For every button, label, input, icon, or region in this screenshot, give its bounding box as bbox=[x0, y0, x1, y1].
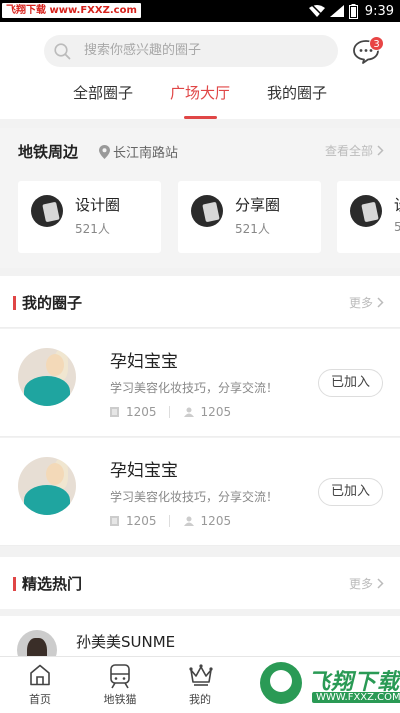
search-input[interactable]: 搜索你感兴趣的圈子 bbox=[44, 35, 338, 67]
list-item[interactable]: 孕妇宝宝 学习美容化妆技巧，分享交流！ 1205 1205 已加入 bbox=[0, 329, 400, 437]
section-accent-bar bbox=[13, 577, 16, 591]
chevron-right-icon bbox=[377, 297, 384, 308]
nav-subway-cat[interactable]: 地铁猫 bbox=[85, 657, 155, 713]
circle-card-name: 设 bbox=[394, 194, 400, 215]
metro-station-name: 长江南路站 bbox=[113, 146, 179, 161]
featured-user-name: 孙美美SUNME bbox=[76, 633, 176, 651]
posts-count: 1205 bbox=[126, 405, 157, 419]
circle-card[interactable]: 设计圈 521人 bbox=[18, 181, 161, 253]
circle-description: 学习美容化妆技巧，分享交流！ bbox=[110, 381, 279, 395]
status-bar: 飞翔下载 www.FXXZ.com 9:39 bbox=[0, 0, 400, 22]
my-circles-more-link[interactable]: 更多 bbox=[349, 294, 384, 311]
more-label: 更多 bbox=[348, 296, 373, 310]
featured-title: 精选热门 bbox=[22, 575, 83, 593]
battery-icon bbox=[348, 3, 358, 19]
tab-bar: 全部圈子 广场大厅 我的圈子 bbox=[0, 78, 400, 119]
featured-header: 精选热门 更多 bbox=[0, 557, 400, 609]
subway-icon bbox=[110, 664, 130, 689]
nav-home-label: 首页 bbox=[29, 693, 51, 706]
circle-avatar bbox=[31, 195, 63, 227]
app-header: 搜索你感兴趣的圈子 3 全部圈子 广场大厅 我的圈子 bbox=[0, 22, 400, 119]
watermark: 飞翔下载 www.FXXZ.com bbox=[2, 3, 141, 18]
status-icons: 9:39 bbox=[308, 3, 394, 19]
circle-card[interactable]: 分享圈 521人 bbox=[178, 181, 321, 253]
view-all-link[interactable]: 查看全部 bbox=[325, 142, 384, 159]
view-all-label: 查看全部 bbox=[324, 144, 373, 158]
circle-card-count: 5 bbox=[394, 220, 400, 234]
metro-section: 地铁周边 长江南路站 查看全部 设计圈 521人 分享圈 521人 设 5 bbox=[0, 128, 400, 268]
circle-card-name: 设计圈 bbox=[75, 196, 121, 214]
circle-stats: 1205 1205 bbox=[110, 405, 231, 419]
joined-button[interactable]: 已加入 bbox=[318, 369, 383, 397]
crown-icon bbox=[189, 664, 213, 686]
message-count-badge: 3 bbox=[369, 36, 384, 51]
featured-more-link[interactable]: 更多 bbox=[349, 575, 384, 592]
circle-avatar bbox=[191, 195, 223, 227]
nav-home[interactable]: 首页 bbox=[5, 657, 75, 713]
more-label: 更多 bbox=[348, 577, 373, 591]
circle-card[interactable]: 设 5 bbox=[337, 181, 400, 253]
tab-all-circles[interactable]: 全部圈子 bbox=[55, 78, 152, 119]
circle-avatar bbox=[350, 195, 382, 227]
featured-user-item[interactable]: 孙美美SUNME bbox=[0, 616, 400, 670]
circle-avatar bbox=[18, 348, 76, 406]
signal-icon bbox=[329, 5, 344, 17]
metro-section-title: 地铁周边 bbox=[18, 143, 79, 161]
circle-description: 学习美容化妆技巧，分享交流！ bbox=[110, 490, 279, 504]
list-item[interactable]: 孕妇宝宝 学习美容化妆技巧，分享交流！ 1205 1205 已加入 bbox=[0, 438, 400, 546]
tab-plaza-hall[interactable]: 广场大厅 bbox=[152, 78, 249, 119]
circle-avatar bbox=[18, 457, 76, 515]
posts-count: 1205 bbox=[126, 514, 157, 528]
location-pin-icon bbox=[99, 144, 110, 159]
messages-button[interactable]: 3 bbox=[352, 36, 384, 66]
circle-name: 孕妇宝宝 bbox=[110, 461, 178, 481]
metro-location[interactable]: 长江南路站 bbox=[99, 142, 178, 161]
clock: 9:39 bbox=[364, 3, 394, 19]
wifi-icon bbox=[308, 5, 325, 17]
circle-stats: 1205 1205 bbox=[110, 514, 231, 528]
posts-icon bbox=[110, 516, 119, 526]
nav-subway-cat-label: 地铁猫 bbox=[103, 693, 137, 706]
circle-card-count: 521人 bbox=[235, 222, 270, 236]
circle-card-count: 521人 bbox=[75, 222, 110, 236]
brand-logo-icon bbox=[260, 662, 302, 704]
tab-my-circles[interactable]: 我的圈子 bbox=[249, 78, 346, 119]
search-icon bbox=[54, 43, 71, 60]
brand-watermark-logo: 飞翔下载 WWW.FXXZ.COM bbox=[258, 656, 400, 713]
members-icon bbox=[183, 407, 194, 417]
circle-name: 孕妇宝宝 bbox=[110, 352, 178, 372]
nav-mine-label: 我的 bbox=[189, 693, 211, 706]
posts-icon bbox=[110, 407, 119, 417]
chevron-right-icon bbox=[377, 578, 384, 589]
brand-logo-subtext: WWW.FXXZ.COM bbox=[312, 692, 400, 703]
members-count: 1205 bbox=[200, 514, 232, 528]
search-placeholder: 搜索你感兴趣的圈子 bbox=[84, 43, 202, 58]
my-circles-title: 我的圈子 bbox=[22, 294, 83, 312]
members-count: 1205 bbox=[200, 405, 232, 419]
circle-card-name: 分享圈 bbox=[235, 196, 281, 214]
home-icon bbox=[30, 664, 50, 686]
nav-mine[interactable]: 我的 bbox=[165, 657, 235, 713]
my-circles-header: 我的圈子 更多 bbox=[0, 276, 400, 328]
members-icon bbox=[183, 516, 194, 526]
chevron-right-icon bbox=[377, 145, 384, 156]
joined-button[interactable]: 已加入 bbox=[318, 478, 383, 506]
section-accent-bar bbox=[13, 296, 16, 310]
